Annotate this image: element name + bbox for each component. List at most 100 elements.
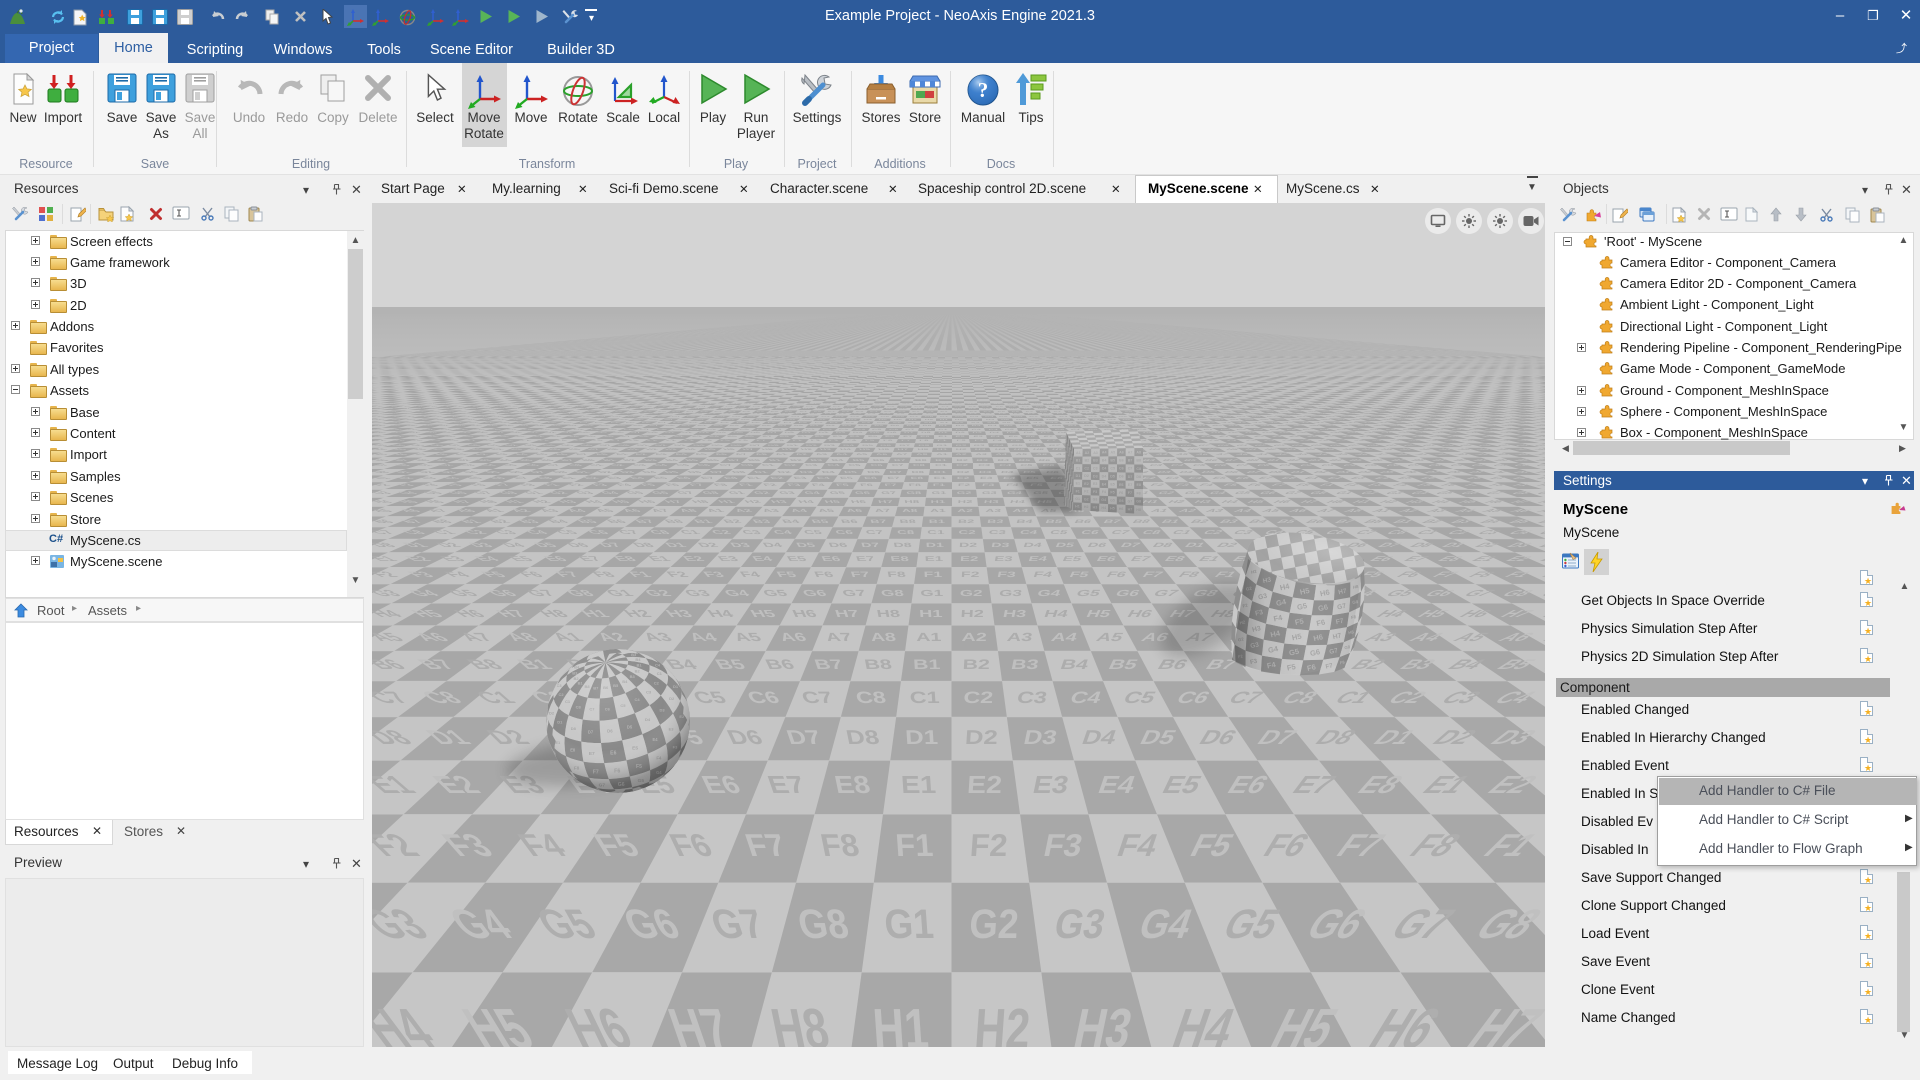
- svg-text:H7: H7: [833, 608, 860, 620]
- svg-text:B5: B5: [874, 425, 884, 427]
- svg-text:C2: C2: [955, 429, 965, 431]
- svg-text:C5: C5: [1020, 464, 1033, 467]
- svg-text:E8: E8: [920, 436, 930, 438]
- svg-text:F5: F5: [883, 413, 892, 414]
- svg-text:A8: A8: [923, 422, 932, 424]
- svg-text:G8: G8: [880, 588, 905, 598]
- svg-text:C4: C4: [1019, 530, 1038, 536]
- svg-text:C5: C5: [872, 429, 883, 431]
- svg-text:E7: E7: [912, 411, 921, 412]
- svg-text:H5: H5: [823, 499, 841, 504]
- svg-text:H5: H5: [1000, 419, 1010, 421]
- svg-text:D8: D8: [921, 432, 931, 434]
- svg-text:E1: E1: [934, 476, 947, 480]
- svg-text:F4: F4: [1006, 483, 1020, 487]
- svg-text:H1: H1: [940, 419, 949, 421]
- svg-text:E8: E8: [926, 411, 935, 412]
- svg-text:E6: E6: [1025, 436, 1036, 438]
- svg-text:H2: H2: [973, 996, 1033, 1047]
- svg-text:G2: G2: [955, 445, 967, 447]
- svg-text:F8: F8: [886, 570, 906, 579]
- svg-text:H4: H4: [1009, 499, 1026, 504]
- svg-text:A6: A6: [845, 508, 863, 513]
- svg-text:C6: C6: [834, 530, 854, 536]
- svg-text:E5: E5: [1008, 436, 1018, 438]
- svg-text:F1: F1: [923, 570, 942, 579]
- svg-text:H1: H1: [919, 609, 943, 620]
- svg-text:A2: A2: [955, 422, 964, 424]
- svg-text:F3: F3: [1041, 828, 1086, 863]
- svg-text:C6: C6: [1042, 464, 1056, 467]
- svg-text:B6: B6: [1019, 425, 1029, 427]
- svg-text:C6: C6: [1021, 429, 1032, 431]
- svg-text:C3: C3: [978, 464, 991, 467]
- svg-text:A1: A1: [936, 453, 948, 456]
- svg-text:A5: A5: [876, 422, 886, 424]
- svg-text:C8: C8: [854, 689, 887, 707]
- svg-text:G2: G2: [968, 902, 1020, 947]
- svg-text:D6: D6: [1023, 432, 1034, 434]
- svg-text:B5: B5: [1018, 459, 1031, 462]
- svg-text:B8: B8: [863, 657, 893, 672]
- svg-text:F8: F8: [919, 440, 930, 442]
- svg-text:B3: B3: [987, 519, 1005, 525]
- svg-text:B7: B7: [906, 425, 916, 427]
- svg-text:D3: D3: [979, 470, 992, 474]
- svg-text:E3: E3: [973, 436, 983, 438]
- svg-text:G6: G6: [1014, 416, 1024, 417]
- svg-text:C6: C6: [889, 429, 899, 431]
- svg-text:G1: G1: [936, 445, 948, 447]
- svg-text:G4: G4: [992, 445, 1005, 447]
- svg-text:F8: F8: [926, 413, 934, 414]
- svg-text:C3: C3: [838, 429, 849, 431]
- svg-text:C3: C3: [971, 429, 981, 431]
- svg-text:F3: F3: [974, 440, 984, 442]
- svg-text:F7: F7: [911, 413, 920, 414]
- svg-text:H7: H7: [897, 448, 909, 450]
- svg-text:G7: G7: [1028, 416, 1038, 418]
- svg-text:E5: E5: [997, 411, 1006, 412]
- svg-text:C2: C2: [963, 689, 994, 707]
- svg-text:A6: A6: [875, 453, 888, 456]
- svg-text:B5: B5: [1003, 425, 1013, 427]
- svg-text:B2: B2: [825, 425, 836, 427]
- svg-text:G5: G5: [880, 416, 890, 417]
- svg-text:C8: C8: [913, 464, 926, 467]
- svg-text:D7: D7: [860, 542, 880, 549]
- svg-text:F6: F6: [897, 413, 906, 414]
- svg-text:A1: A1: [916, 631, 942, 644]
- svg-text:G8: G8: [924, 416, 933, 417]
- svg-text:A2: A2: [955, 453, 967, 456]
- svg-text:H4: H4: [986, 419, 996, 421]
- svg-text:A4: A4: [995, 453, 1008, 456]
- svg-text:F2: F2: [969, 827, 1009, 863]
- svg-text:F2: F2: [955, 413, 963, 414]
- svg-text:B2: B2: [956, 459, 968, 462]
- svg-text:H4: H4: [1042, 608, 1070, 620]
- svg-text:B8: B8: [1051, 425, 1062, 427]
- svg-text:D4: D4: [982, 408, 991, 409]
- svg-text:B5: B5: [1044, 519, 1064, 525]
- svg-text:F1: F1: [940, 413, 948, 414]
- svg-text:D3: D3: [835, 432, 846, 434]
- svg-text:F7: F7: [901, 440, 911, 442]
- svg-text:D7: D7: [904, 432, 914, 434]
- svg-text:H8: H8: [876, 609, 901, 620]
- svg-text:D5: D5: [1054, 542, 1075, 549]
- svg-text:E7: E7: [887, 476, 901, 480]
- svg-text:E2: E2: [957, 476, 970, 480]
- svg-text:H5: H5: [1013, 448, 1026, 450]
- svg-text:H2: H2: [956, 448, 968, 450]
- svg-text:D6: D6: [899, 408, 908, 409]
- svg-text:H6: H6: [893, 419, 903, 421]
- svg-text:E6: E6: [885, 436, 895, 438]
- svg-text:A5: A5: [855, 453, 868, 456]
- svg-text:G7: G7: [909, 416, 919, 417]
- svg-text:D6: D6: [887, 432, 897, 434]
- svg-text:A4: A4: [1012, 508, 1030, 513]
- svg-text:G7: G7: [841, 588, 867, 598]
- svg-text:F6: F6: [1012, 413, 1021, 414]
- svg-text:C1: C1: [927, 530, 945, 536]
- svg-text:C3: C3: [968, 406, 977, 407]
- svg-text:E2: E2: [955, 411, 963, 412]
